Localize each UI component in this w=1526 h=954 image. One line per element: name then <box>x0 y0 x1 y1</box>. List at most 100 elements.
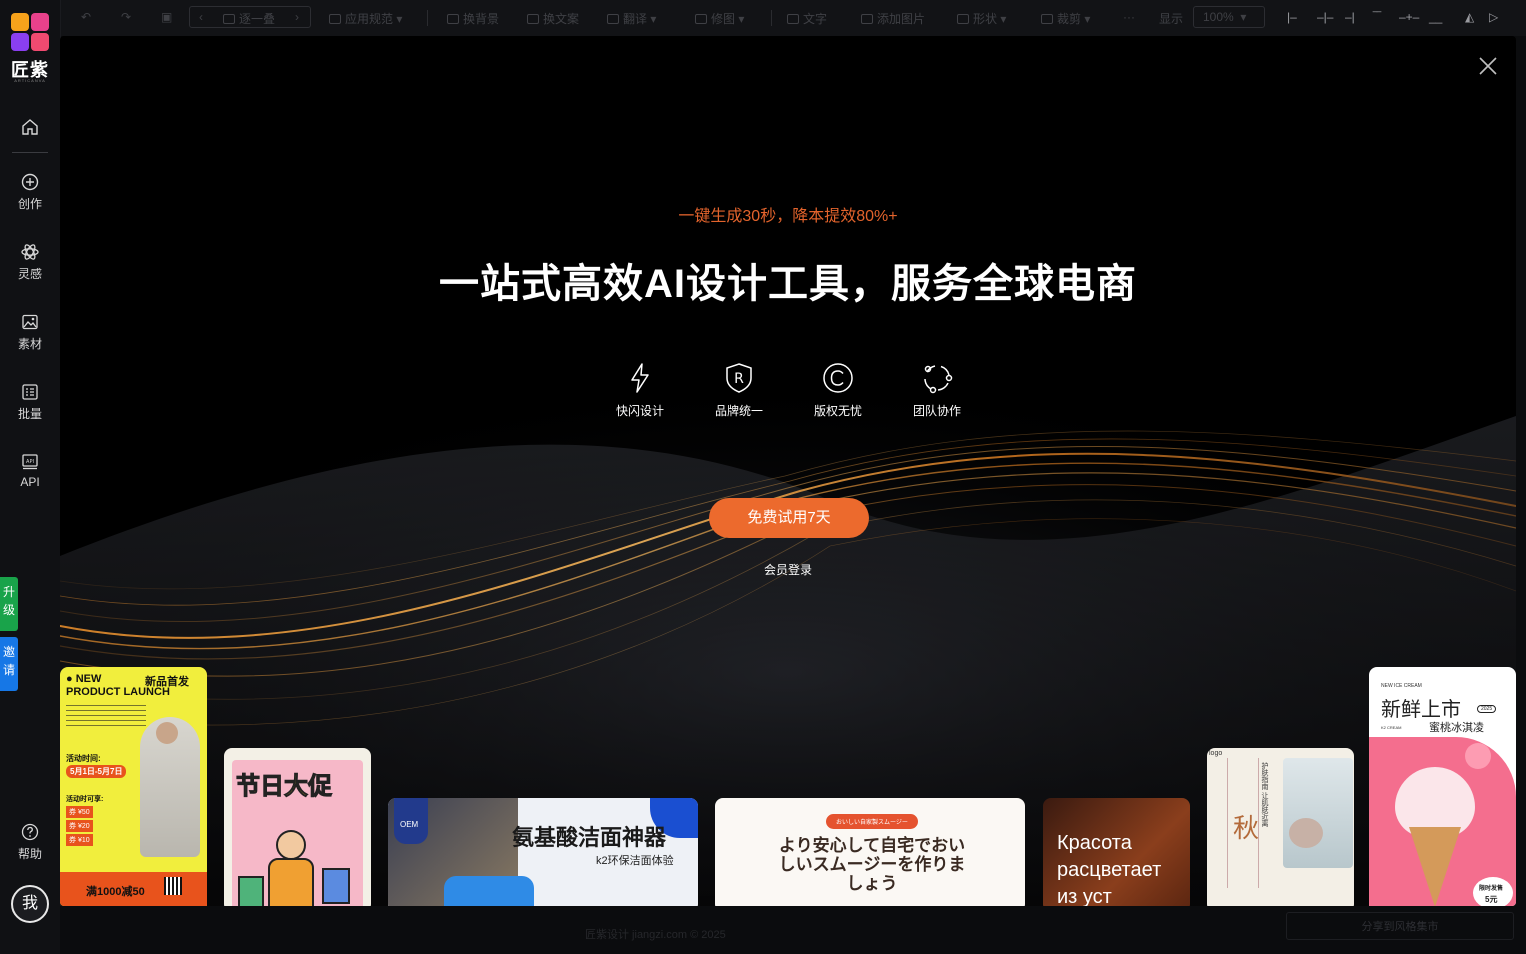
translate-button[interactable]: 翻译 ▾ <box>607 10 656 27</box>
card-text: 满1000减50 <box>86 886 145 898</box>
feature-label: 快闪设计 <box>615 404 664 418</box>
shape-button[interactable]: 形状 ▾ <box>957 10 1006 27</box>
card-title: 秋 <box>1233 813 1260 843</box>
card-badge-year: 2025 <box>1477 705 1497 713</box>
shopping-bag <box>322 868 350 904</box>
user-avatar[interactable]: 我 <box>11 885 49 923</box>
coupon: 券 ¥10 <box>66 834 93 846</box>
template-card-product-launch[interactable]: ● NEW 新品首发 PRODUCT LAUNCH 活动时间: 5月1日-5月7… <box>60 667 207 906</box>
card-title: 新鲜上市 <box>1381 699 1461 721</box>
align-top-icon[interactable]: ‾‾ <box>1373 10 1381 24</box>
toolbar-divider <box>427 10 428 26</box>
help-icon <box>21 823 39 841</box>
product-pack <box>444 876 534 906</box>
save-icon[interactable]: ▣ <box>161 10 172 24</box>
home-icon <box>22 119 38 135</box>
free-trial-button[interactable]: 免费试用7天 <box>709 498 869 538</box>
zoom-value: 100% ▾ <box>1203 10 1247 24</box>
sidebar-item-label: API <box>20 475 40 489</box>
sidebar-item-api[interactable]: API API <box>0 452 60 489</box>
template-card-russian[interactable]: Красота расцветает из уст <box>1043 798 1190 906</box>
align-right-icon[interactable]: –| <box>1345 10 1355 24</box>
card-subtitle: k2环保洁面体验 <box>596 855 674 867</box>
sidebar-item-inspiration[interactable]: 灵感 <box>0 242 60 282</box>
one-by-one-button[interactable]: 逐一叠 <box>223 10 275 27</box>
card-text: 活动时间: <box>66 754 101 763</box>
registered-icon: R <box>726 363 752 393</box>
align-middle-icon[interactable]: –+– <box>1399 10 1419 24</box>
upgrade-tab[interactable]: 升级 <box>0 577 18 631</box>
icecream-cone <box>1409 827 1461 906</box>
feature-label: 团队协作 <box>912 404 961 418</box>
more-button[interactable]: ··· <box>1123 10 1135 24</box>
character-head <box>276 830 306 860</box>
sidebar-item-help[interactable]: 帮助 <box>0 822 60 862</box>
apply-spec-button[interactable]: 应用规范 ▾ <box>329 10 402 27</box>
sidebar-item-assets[interactable]: 素材 <box>0 312 60 352</box>
card-text: 限时发售 <box>1479 886 1504 892</box>
card-text: NEW ICE CREAM <box>1381 683 1422 689</box>
lightning-icon <box>631 363 649 393</box>
batch-list-icon <box>22 384 38 400</box>
flip-vertical-icon[interactable]: ▷ <box>1489 10 1498 24</box>
template-card-cleanser[interactable]: OEM 氨基酸洁面神器 k2环保洁面体验 <box>388 798 698 906</box>
card-title: 氨基酸洁面神器 <box>512 825 667 850</box>
add-image-button[interactable]: 添加图片 <box>861 10 925 27</box>
card-title: 节日大促 <box>236 773 333 801</box>
template-card-smoothie[interactable]: おいしい自家製スムージー より安心して自宅でおいしいスムージーを作りましょう <box>715 798 1025 906</box>
feature-label: 品牌统一 <box>714 404 763 418</box>
sidebar-item-create[interactable]: 创作 <box>0 172 60 212</box>
plus-circle-icon <box>21 173 39 191</box>
next-icon[interactable]: › <box>295 10 299 24</box>
sidebar-item-label: 灵感 <box>17 267 42 281</box>
card-fine-print <box>66 705 146 729</box>
template-card-autumn[interactable]: logo 秋 护肤指南 让肌肤近离 <box>1207 748 1354 906</box>
app-logo[interactable] <box>11 13 49 51</box>
feature-team-collab: 团队协作 <box>897 362 977 419</box>
qr-code <box>164 877 182 895</box>
hero-tagline: 一键生成30秒，降本提效80%+ <box>678 208 898 225</box>
sidebar-item-label: 素材 <box>17 337 42 351</box>
card-body-text: より安心して自宅でおいしいスムージーを作りましょう <box>778 836 966 893</box>
card-subtitle: 蜜桃冰淇凌 <box>1429 722 1484 734</box>
sidebar-item-home[interactable] <box>0 117 60 137</box>
copyright-icon <box>823 363 853 393</box>
template-card-icecream[interactable]: NEW ICE CREAM 新鲜上市 2025 蜜桃冰淇凌 K2 CREAM 限… <box>1369 667 1516 906</box>
atom-icon <box>21 244 39 260</box>
feature-copyright-safe: 版权无忧 <box>798 362 878 419</box>
align-bottom-icon[interactable]: __ <box>1429 10 1442 24</box>
card-text: ● NEW <box>66 673 102 685</box>
align-left-icon[interactable]: |– <box>1287 10 1297 24</box>
sidebar-item-batch[interactable]: 批量 <box>0 382 60 422</box>
card-text: K2 CREAM <box>1381 725 1402 730</box>
invite-tab[interactable]: 邀请 <box>0 637 18 691</box>
template-card-festival[interactable]: 节日大促 <box>224 748 371 906</box>
copyright-text: 匠紫设计 jiangzi.com © 2025 <box>585 929 726 941</box>
card-text: PRODUCT LAUNCH <box>66 686 170 698</box>
feature-fast-design: 快闪设计 <box>600 362 680 419</box>
close-icon[interactable] <box>1478 56 1498 76</box>
member-login-link[interactable]: 会员登录 <box>60 561 1516 578</box>
crop-button[interactable]: 裁剪 ▾ <box>1041 10 1090 27</box>
sidebar-item-label: 批量 <box>17 407 42 421</box>
show-button[interactable]: 显示 <box>1159 10 1183 27</box>
prev-icon[interactable]: ‹ <box>199 10 203 24</box>
repair-button[interactable]: 修图 ▾ <box>695 10 744 27</box>
redo-icon[interactable]: ↷ <box>121 10 131 24</box>
card-photo <box>1283 758 1353 868</box>
text-button[interactable]: 文字 <box>787 10 827 27</box>
feature-label: 版权无忧 <box>813 404 862 418</box>
share-to-market-button[interactable]: 分享到风格集市 <box>1286 912 1514 940</box>
model-head <box>156 722 178 744</box>
change-bg-button[interactable]: 换背景 <box>447 10 499 27</box>
sidebar-divider <box>12 152 48 153</box>
sidebar: 匠紫 ARTICANVA 创作 灵感 素材 批量 API API 升级 邀请 帮… <box>0 0 61 954</box>
shopping-bag <box>238 876 264 906</box>
api-icon: API <box>22 454 38 470</box>
align-center-icon[interactable]: –|– <box>1317 10 1333 24</box>
undo-icon[interactable]: ↶ <box>81 10 91 24</box>
change-copy-button[interactable]: 换文案 <box>527 10 579 27</box>
promo-modal: 一键生成30秒，降本提效80%+ 一站式高效AI设计工具，服务全球电商 快闪设计… <box>60 36 1516 906</box>
flip-horizontal-icon[interactable]: ◭ <box>1465 10 1474 24</box>
card-text: 活动时可享: <box>66 796 104 803</box>
